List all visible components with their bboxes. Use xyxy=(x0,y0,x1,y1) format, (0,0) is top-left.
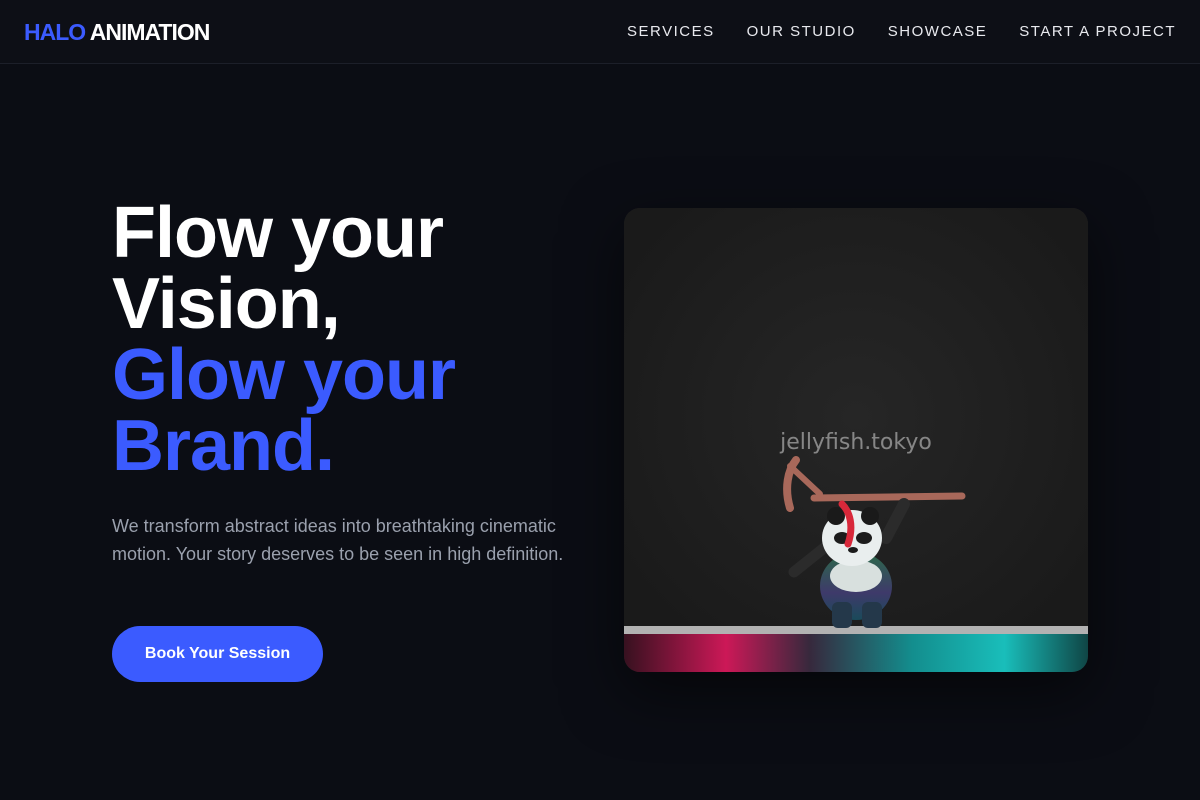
brand-name-rest: ANIMATION xyxy=(89,19,211,45)
nav-link-our-studio[interactable]: OUR STUDIO xyxy=(747,22,856,42)
hero-subtext: We transform abstract ideas into breatht… xyxy=(112,516,564,564)
hero-headline: Flow your Vision, Glow your Brand. xyxy=(112,193,592,486)
headline-line-3: Glow your xyxy=(112,335,456,415)
hero-media: jellyfish.tokyo xyxy=(624,208,1088,672)
image-watermark: jellyfish.tokyo xyxy=(780,430,932,455)
headline-line-1: Flow your xyxy=(112,193,444,273)
brand-logo[interactable]: HALO ANIMATION xyxy=(24,18,211,46)
hero-text: Flow your Vision, Glow your Brand. We tr… xyxy=(112,193,592,568)
navbar: HALO ANIMATION SERVICES OUR STUDIO SHOWC… xyxy=(0,0,1200,64)
headline-line-4: Brand. xyxy=(112,406,335,486)
nav-link-start-a-project[interactable]: START A PROJECT xyxy=(1019,22,1176,42)
nav-link-showcase[interactable]: SHOWCASE xyxy=(888,22,988,42)
nav-link-services[interactable]: SERVICES xyxy=(627,22,715,42)
headline-line-2: Vision, xyxy=(112,264,341,344)
brand-name-accent: HALO xyxy=(24,19,86,45)
book-session-button[interactable]: Book Your Session xyxy=(112,626,323,682)
nav-links: SERVICES OUR STUDIO SHOWCASE START A PRO… xyxy=(627,22,1176,42)
